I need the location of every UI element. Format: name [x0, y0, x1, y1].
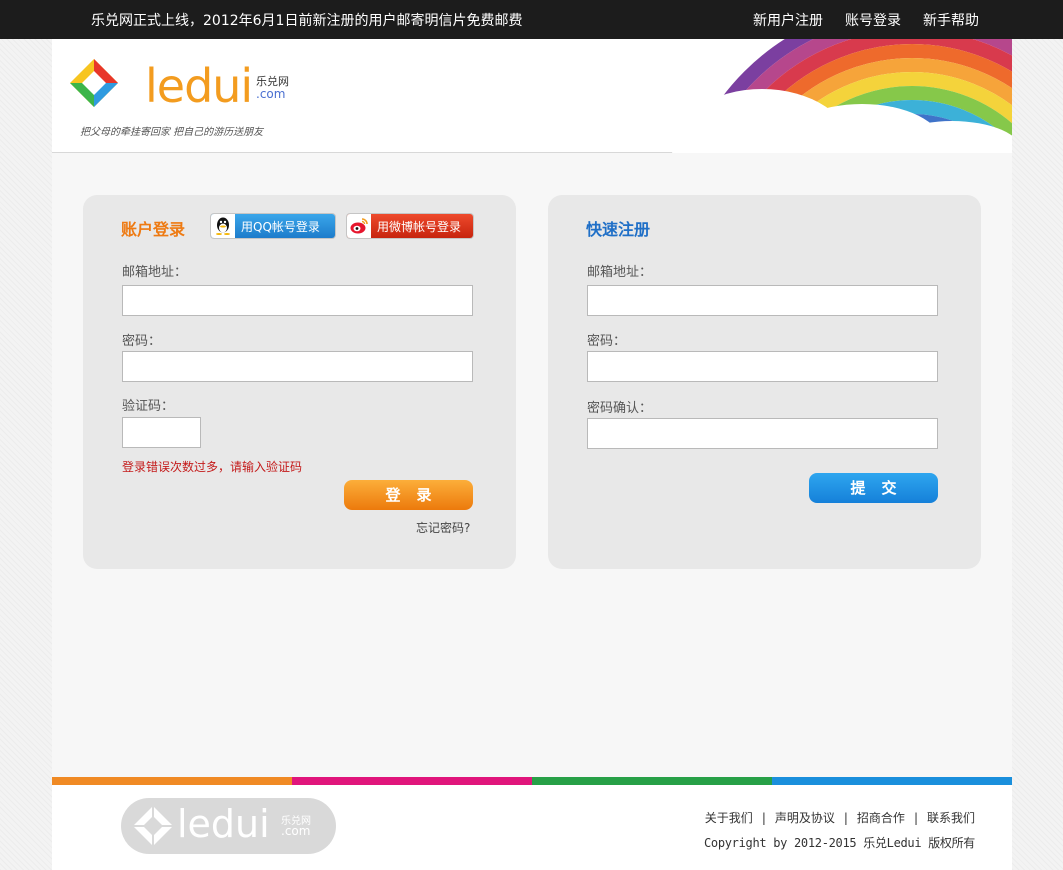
- register-password-label: 密码：: [587, 334, 627, 349]
- login-panel: 账户登录 用QQ帐号登录 用微博帐号登录 邮箱地址： 密码： 验证码： 登录错误…: [83, 195, 516, 569]
- weibo-icon: [347, 214, 371, 238]
- site-header: ledui 乐兑网 .com 把父母的牵挂寄回家 把自己的游历送朋友: [52, 39, 1012, 153]
- qq-login-button[interactable]: 用QQ帐号登录: [211, 214, 335, 238]
- login-button[interactable]: 登录: [344, 480, 473, 510]
- nav-help-link[interactable]: 新手帮助: [923, 10, 979, 30]
- submit-button[interactable]: 提交: [809, 473, 938, 503]
- nav-login-link[interactable]: 账号登录: [845, 10, 901, 30]
- site-logo[interactable]: ledui 乐兑网 .com: [70, 57, 290, 117]
- separator: |: [913, 810, 918, 825]
- qq-penguin-icon: [211, 214, 235, 238]
- footer-logo-domain: .com: [281, 824, 311, 838]
- footer-diamond-icon: [133, 806, 173, 846]
- login-email-input[interactable]: [122, 285, 473, 316]
- footer-link-terms[interactable]: 声明及协议: [775, 809, 835, 826]
- weibo-login-label: 用微博帐号登录: [377, 219, 462, 234]
- weibo-login-button[interactable]: 用微博帐号登录: [347, 214, 473, 238]
- register-panel: 快速注册 邮箱地址： 密码： 密码确认： 提交: [548, 195, 981, 569]
- footer-link-about[interactable]: 关于我们: [705, 809, 753, 826]
- nav-register-link[interactable]: 新用户注册: [753, 10, 823, 30]
- slogan: 把父母的牵挂寄回家 把自己的游历送朋友: [80, 127, 264, 138]
- register-email-label: 邮箱地址：: [587, 265, 653, 280]
- footer-link-contact[interactable]: 联系我们: [927, 809, 975, 826]
- footer-logo[interactable]: ledui 乐兑网 .com: [121, 798, 336, 854]
- color-stripe: [52, 777, 1012, 785]
- register-password-input[interactable]: [587, 351, 938, 382]
- diamond-logo-icon: [70, 59, 118, 107]
- login-email-label: 邮箱地址：: [122, 265, 188, 280]
- separator: |: [761, 810, 766, 825]
- login-password-input[interactable]: [122, 351, 473, 382]
- login-error-message: 登录错误次数过多，请输入验证码: [122, 460, 303, 474]
- footer-links: 关于我们 | 声明及协议 | 招商合作 | 联系我们: [705, 809, 975, 826]
- footer-logo-wordmark: ledui: [177, 802, 270, 846]
- separator: |: [843, 810, 848, 825]
- captcha-input[interactable]: [122, 417, 201, 448]
- logo-wordmark: ledui: [145, 59, 253, 113]
- register-title: 快速注册: [586, 220, 651, 239]
- copyright-text: Copyright by 2012-2015 乐兑Ledui 版权所有: [703, 836, 975, 850]
- site-footer: ledui 乐兑网 .com 关于我们 | 声明及协议 | 招商合作 | 联系我…: [52, 785, 1012, 870]
- register-confirm-input[interactable]: [587, 418, 938, 449]
- top-nav: 新用户注册 账号登录 新手帮助: [753, 10, 979, 30]
- login-password-label: 密码：: [122, 334, 162, 349]
- forgot-password-link[interactable]: 忘记密码?: [416, 519, 470, 536]
- footer-link-business[interactable]: 招商合作: [857, 809, 905, 826]
- register-email-input[interactable]: [587, 285, 938, 316]
- captcha-label: 验证码：: [122, 399, 175, 414]
- register-confirm-label: 密码确认：: [587, 401, 653, 416]
- logo-domain: .com: [256, 87, 286, 101]
- qq-login-label: 用QQ帐号登录: [241, 219, 320, 234]
- top-bar: 乐兑网正式上线，2012年6月1日前新注册的用户邮寄明信片免费邮费 新用户注册 …: [0, 0, 1063, 39]
- rainbow-banner: [612, 39, 1012, 153]
- page-container: ledui 乐兑网 .com 把父母的牵挂寄回家 把自己的游历送朋友 账户登录 …: [52, 39, 1012, 870]
- login-title: 账户登录: [121, 220, 186, 239]
- announcement-text: 乐兑网正式上线，2012年6月1日前新注册的用户邮寄明信片免费邮费: [91, 13, 523, 29]
